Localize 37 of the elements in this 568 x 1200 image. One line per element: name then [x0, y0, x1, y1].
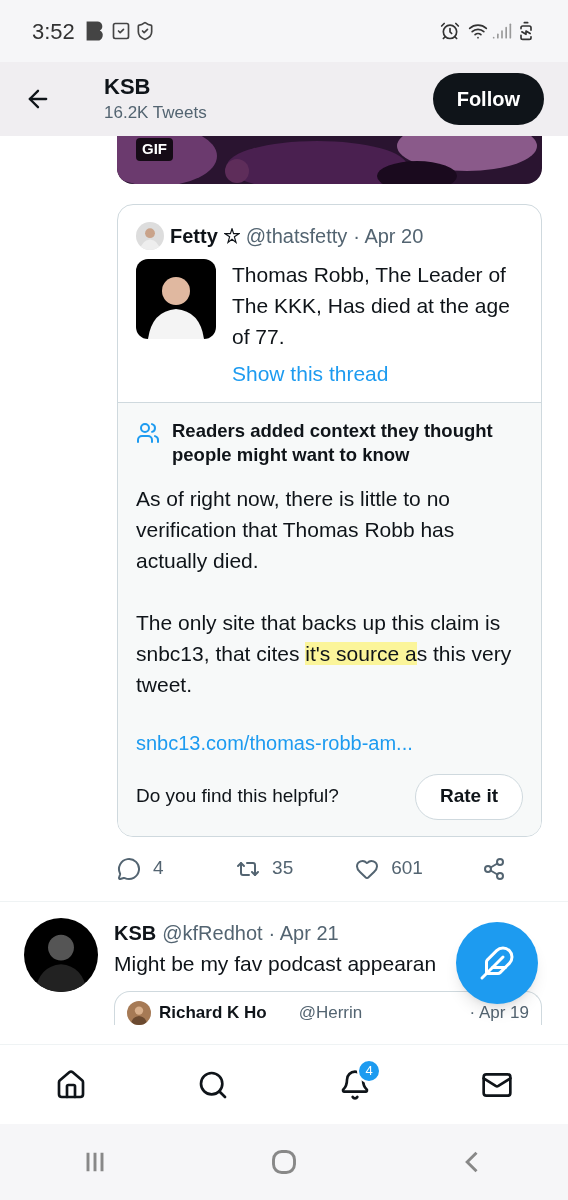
- notification-badge: 4: [357, 1058, 381, 1083]
- share-icon[interactable]: [482, 856, 506, 881]
- follow-button[interactable]: Follow: [432, 73, 544, 125]
- author-handle: @Herrin: [298, 1001, 363, 1024]
- gif-badge: GIF: [136, 138, 173, 161]
- tweet-text: Might be my fav podcast appearan: [114, 950, 437, 977]
- clock-time: 3:52: [32, 17, 75, 46]
- star-icon: [223, 228, 240, 244]
- tweet-date: · Apr 19: [469, 1001, 529, 1024]
- action-count: 4: [153, 856, 164, 881]
- author-name: Richard K Ho: [159, 1001, 267, 1024]
- action-count: 601: [391, 856, 423, 881]
- note-heading: Readers added context they thought people might want to know: [172, 418, 494, 467]
- tweet-text: Thomas Robb, The Leader of The KKK, Has died at the age of 77.: [232, 262, 511, 350]
- author-handle: @thatsfetty: [245, 224, 348, 249]
- bell-icon[interactable]: [339, 1068, 371, 1101]
- wifi-icon: [468, 21, 488, 41]
- checkbox-icon: [110, 21, 131, 41]
- signal-icon: [492, 21, 512, 41]
- tweet-date: · Apr 20: [353, 224, 424, 249]
- author-handle: @kfRedhot: [162, 920, 263, 946]
- feather-plus-icon: [479, 944, 515, 981]
- tweet-count: 16.2K Tweets: [104, 102, 208, 124]
- action-count: 35: [272, 856, 294, 881]
- home-icon[interactable]: [55, 1068, 87, 1101]
- note-text: As of right now, there is little to no verification that Thomas Robb has actually died.: [136, 485, 456, 574]
- rate-button[interactable]: Rate it: [414, 773, 523, 820]
- people-icon: [136, 420, 160, 445]
- tweet-date: · Apr 21: [268, 920, 339, 946]
- profile-name: KSB: [104, 72, 152, 100]
- helpful-question: Do you find this helpful?: [136, 784, 339, 809]
- quoted-tweet-card[interactable]: [117, 204, 542, 837]
- reply-icon[interactable]: [117, 856, 141, 881]
- alarm-icon: [440, 21, 460, 41]
- author-name: Fetty: [170, 224, 218, 249]
- author-name: KSB: [114, 920, 157, 946]
- note-text: The only site that backs up this claim is snbc13, that cites it's source as this very tweet.: [136, 609, 513, 698]
